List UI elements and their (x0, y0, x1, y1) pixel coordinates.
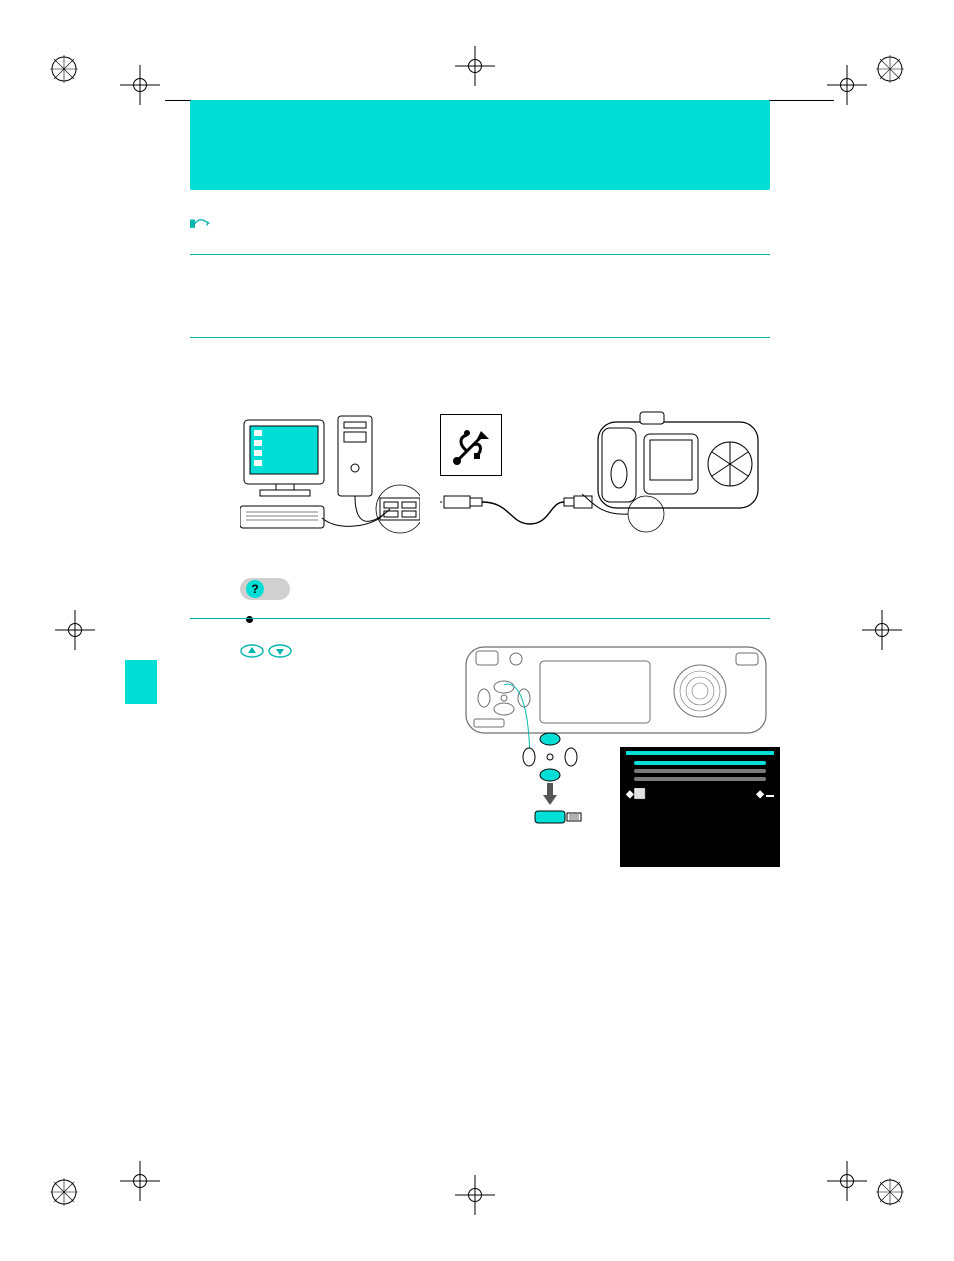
camera-illustration (580, 404, 780, 541)
screen-footer: ◆⬜ ◆ (620, 785, 780, 805)
crop-mark-icon (120, 65, 160, 105)
camera-back-illustration (460, 639, 780, 756)
sidebar (150, 560, 165, 586)
usb-symbol-icon (440, 414, 502, 476)
step-3: ◆⬜ ◆ (190, 618, 770, 681)
crop-mark-icon (827, 65, 867, 105)
cross-reference-icon (190, 216, 210, 230)
screen-option-print (634, 769, 766, 773)
down-button-icon (268, 643, 292, 657)
crop-mark-icon (862, 610, 902, 650)
connection-diagram (240, 414, 770, 554)
registration-mark-icon (50, 55, 78, 83)
usb-cable-illustration (440, 474, 600, 534)
crop-mark-icon (55, 610, 95, 650)
dpad-illustration (515, 731, 585, 848)
step-2 (190, 337, 770, 400)
crop-mark-icon (120, 1161, 160, 1201)
up-button-icon (240, 643, 264, 657)
screen-title (626, 751, 774, 755)
screen-option-exit (634, 777, 766, 781)
body-content: ? (190, 210, 770, 681)
registration-mark-icon (876, 55, 904, 83)
registration-mark-icon (50, 1178, 78, 1206)
section-title (190, 100, 770, 190)
crop-mark-icon (455, 1175, 495, 1215)
tips-icon: ? (246, 580, 264, 598)
camera-screen-usb: ◆⬜ ◆ (620, 747, 780, 867)
crop-mark-icon (455, 46, 495, 86)
step-1 (190, 254, 770, 317)
computer-illustration (240, 414, 420, 541)
sidebar-tab (125, 660, 157, 704)
screen-option-pc (634, 761, 766, 765)
document-page: ? (0, 0, 954, 1261)
step-3-text (240, 639, 480, 661)
registration-mark-icon (876, 1178, 904, 1206)
crop-mark-icon (827, 1161, 867, 1201)
tips-badge: ? (240, 578, 290, 600)
